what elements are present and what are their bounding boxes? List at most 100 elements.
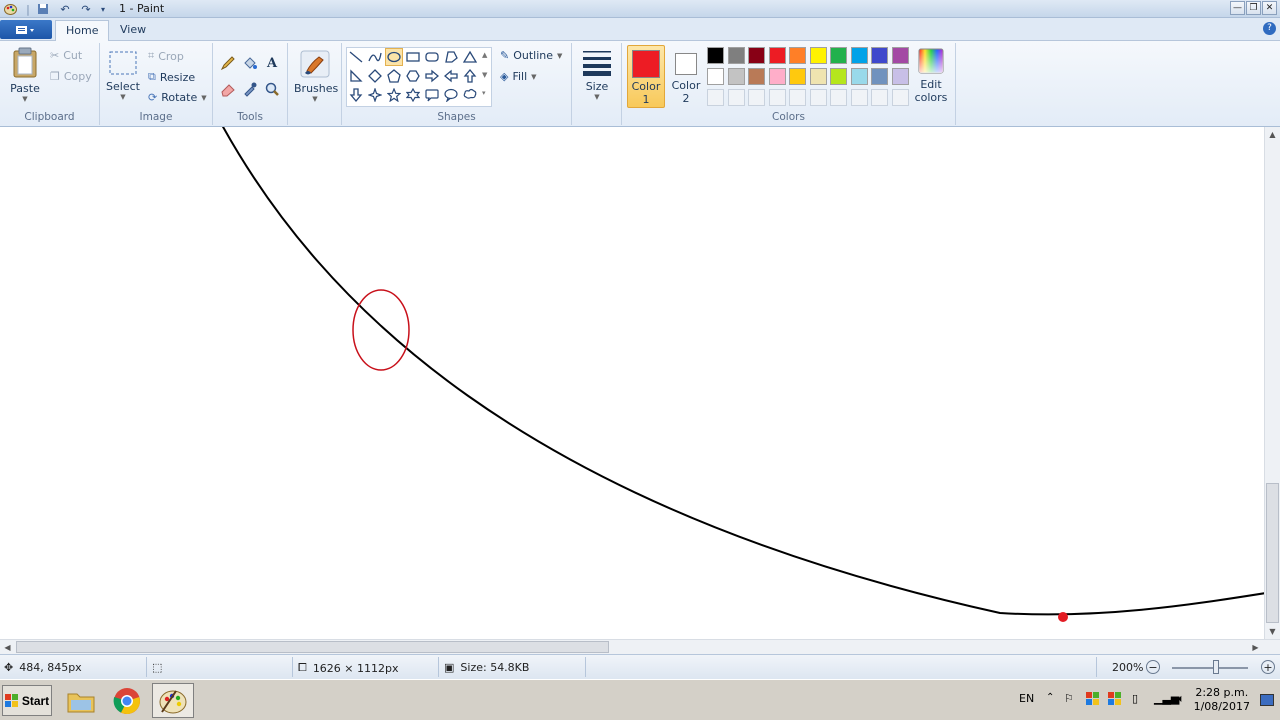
volume-icon[interactable]: 🔈︎ [1178, 692, 1185, 706]
palette-swatch[interactable] [830, 68, 847, 85]
brushes-dropdown-icon[interactable]: ▼ [294, 95, 336, 103]
custom-color-slot[interactable] [809, 89, 827, 106]
custom-color-slot[interactable] [789, 89, 806, 106]
custom-color-slot[interactable] [871, 89, 888, 106]
palette-swatch[interactable] [871, 47, 888, 64]
rounded-rectangle-shape-icon[interactable] [423, 48, 441, 66]
zoom-slider-track[interactable] [1172, 667, 1248, 669]
redo-icon[interactable]: ↷ [78, 1, 94, 17]
palette-swatch[interactable] [789, 47, 806, 64]
custom-color-slot[interactable] [707, 89, 724, 106]
color1-button[interactable]: Color 1 [627, 45, 665, 108]
network-signal-icon[interactable]: ▁▃▅ [1154, 692, 1179, 705]
palette-swatch[interactable] [707, 68, 724, 85]
size-dropdown-icon[interactable]: ▼ [579, 93, 615, 101]
close-button[interactable]: ✕ [1262, 1, 1277, 15]
horizontal-scrollbar[interactable]: ◀ ▶ [0, 639, 1280, 654]
scroll-down-icon[interactable]: ▼ [1265, 624, 1280, 639]
palette-swatch[interactable] [707, 47, 724, 64]
right-triangle-shape-icon[interactable] [347, 67, 365, 85]
palette-swatch[interactable] [871, 68, 888, 85]
paste-button[interactable]: Paste ▼ [8, 47, 42, 103]
palette-swatch[interactable] [809, 47, 827, 64]
color-picker-icon[interactable] [240, 79, 260, 99]
scroll-right-icon[interactable]: ▶ [1248, 640, 1263, 655]
palette-swatch[interactable] [748, 47, 765, 64]
palette-swatch[interactable] [748, 68, 765, 85]
taskbar-chrome[interactable] [106, 683, 148, 718]
start-button[interactable]: Start [2, 685, 52, 716]
tab-home[interactable]: Home [55, 20, 110, 41]
outline-button[interactable]: ✎ Outline ▼ [500, 49, 562, 62]
palette-swatch[interactable] [789, 68, 806, 85]
right-arrow-shape-icon[interactable] [423, 67, 441, 85]
vertical-scroll-thumb[interactable] [1266, 483, 1279, 623]
cut-button[interactable]: ✂ Cut [50, 49, 82, 62]
drawing-canvas[interactable] [0, 127, 1264, 639]
zoom-out-icon[interactable]: − [1146, 660, 1160, 674]
rectangle-shape-icon[interactable] [404, 48, 422, 66]
custom-color-slot[interactable] [850, 89, 868, 106]
custom-color-slot[interactable] [748, 89, 765, 106]
hexagon-shape-icon[interactable] [404, 67, 422, 85]
tray-app-icon-2[interactable] [1108, 692, 1122, 709]
copy-button[interactable]: ❐ Copy [50, 70, 92, 83]
oval-shape-icon[interactable] [385, 48, 403, 66]
minimize-button[interactable]: — [1230, 1, 1245, 15]
palette-swatch[interactable] [891, 68, 909, 85]
shapes-expand-icon[interactable]: ▾ [482, 89, 486, 97]
cloud-callout-shape-icon[interactable] [461, 86, 479, 104]
vertical-scrollbar[interactable]: ▲ ▼ [1264, 127, 1280, 639]
crop-button[interactable]: ⌗ Crop [148, 49, 184, 63]
line-shape-icon[interactable] [347, 48, 365, 66]
undo-icon[interactable]: ↶ [57, 1, 73, 17]
palette-swatch[interactable] [809, 68, 827, 85]
palette-swatch[interactable] [727, 68, 745, 85]
save-icon[interactable] [35, 1, 51, 17]
diamond-shape-icon[interactable] [366, 67, 384, 85]
shapes-scroll-down-icon[interactable]: ▼ [482, 71, 487, 79]
select-button[interactable]: Select ▼ [106, 49, 140, 101]
custom-color-slot[interactable] [891, 89, 909, 106]
custom-color-slot[interactable] [768, 89, 786, 106]
palette-swatch[interactable] [891, 47, 909, 64]
paint-menu-button[interactable] [0, 20, 52, 39]
scroll-left-icon[interactable]: ◀ [0, 640, 15, 655]
palette-swatch[interactable] [768, 47, 786, 64]
horizontal-scroll-thumb[interactable] [16, 641, 609, 653]
eraser-icon[interactable] [218, 79, 238, 99]
size-button[interactable]: Size ▼ [579, 47, 615, 101]
paste-dropdown-icon[interactable]: ▼ [8, 95, 42, 103]
action-center-flag-icon[interactable]: ⚐ [1064, 692, 1074, 705]
custom-color-slot[interactable] [830, 89, 847, 106]
five-point-star-shape-icon[interactable] [385, 86, 403, 104]
fill-bucket-icon[interactable] [240, 53, 260, 73]
paint-app-icon[interactable] [2, 1, 18, 17]
up-arrow-shape-icon[interactable] [461, 67, 479, 85]
triangle-shape-icon[interactable] [461, 48, 479, 66]
palette-swatch[interactable] [727, 47, 745, 64]
polygon-shape-icon[interactable] [442, 48, 460, 66]
color2-button[interactable]: Color 2 [668, 45, 704, 108]
rounded-callout-shape-icon[interactable] [423, 86, 441, 104]
taskbar-paint[interactable] [152, 683, 194, 718]
left-arrow-shape-icon[interactable] [442, 67, 460, 85]
brushes-button[interactable]: Brushes ▼ [294, 49, 338, 103]
taskbar-file-explorer[interactable] [60, 683, 102, 718]
palette-swatch[interactable] [768, 68, 786, 85]
text-icon[interactable]: A [262, 53, 282, 73]
resize-button[interactable]: ⧉ Resize [148, 70, 195, 84]
palette-swatch[interactable] [850, 68, 868, 85]
tray-app-icon[interactable] [1086, 692, 1100, 709]
oval-callout-shape-icon[interactable] [442, 86, 460, 104]
four-point-star-shape-icon[interactable] [366, 86, 384, 104]
battery-icon[interactable]: ▯ [1132, 692, 1138, 705]
show-desktop-icon[interactable] [1260, 694, 1274, 706]
edit-colors-button[interactable]: Edit colors [912, 47, 950, 104]
help-icon[interactable]: ? [1263, 22, 1276, 35]
custom-color-slot[interactable] [727, 89, 745, 106]
shapes-scroll-up-icon[interactable]: ▲ [482, 51, 487, 59]
zoom-slider-thumb[interactable] [1213, 660, 1219, 674]
taskbar-clock[interactable]: 2:28 p.m. 1/08/2017 [1194, 686, 1250, 714]
rotate-button[interactable]: ⟳ Rotate ▼ [148, 91, 207, 104]
